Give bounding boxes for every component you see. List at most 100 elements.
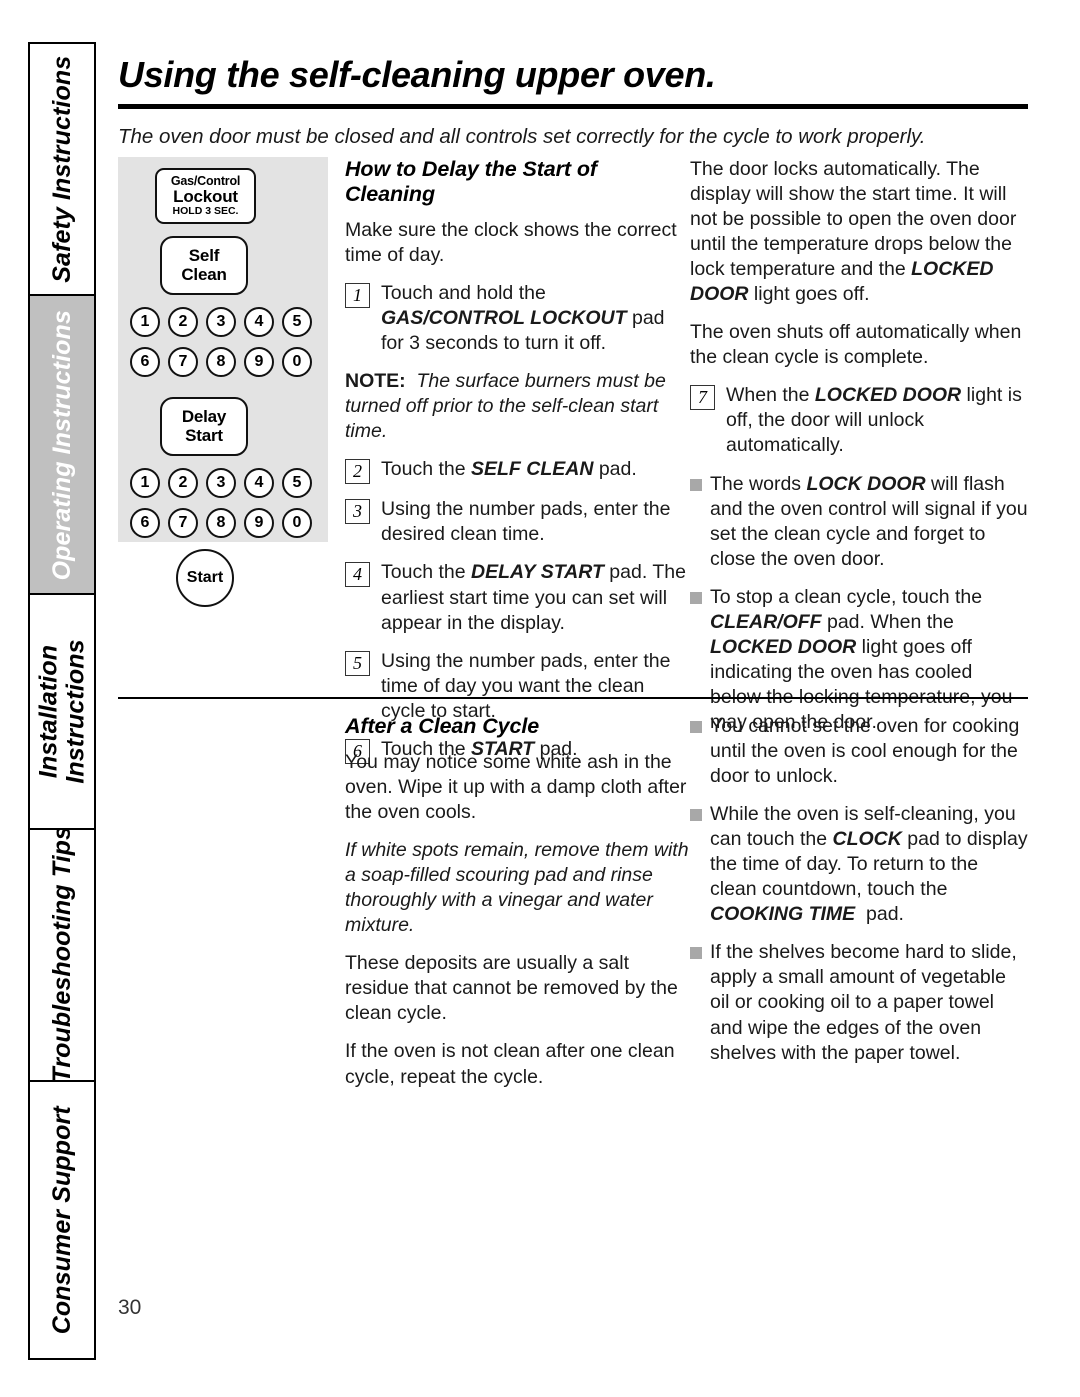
step-number-badge: 2 (345, 459, 370, 485)
after-clean-paragraph: These deposits are usually a salt residu… (345, 952, 678, 1025)
bullet-text: While the oven is self-cleaning, you can… (710, 803, 1028, 926)
number-pad-1[interactable]: 1 (130, 468, 160, 498)
bullet-square-icon (690, 591, 702, 604)
bullet-item: You cannot set the oven for cooking unti… (690, 714, 1028, 789)
step-number-badge: 5 (345, 650, 370, 676)
control-panel-column: Gas/Control Lockout HOLD 3 SEC. Self Cle… (118, 157, 345, 607)
step-number-badge: 7 (690, 385, 715, 411)
title-rule (118, 103, 1028, 109)
page-body: Using the self-cleaning upper oven. The … (118, 42, 1028, 1362)
number-pad-0[interactable]: 0 (282, 347, 312, 377)
page-intro-text: The oven door must be closed and all con… (118, 124, 926, 148)
number-pad-4[interactable]: 4 (244, 468, 274, 498)
sidebar-tab-troubleshooting-tips[interactable]: Troubleshooting Tips (30, 829, 94, 1082)
bullet-item: To stop a clean cycle, touch the CLEAR/O… (690, 585, 1028, 735)
instruction-step-1: 1 Touch and hold the GAS/CONTROL LOCKOUT … (345, 281, 690, 356)
after-clean-left-column: After a Clean Cycle You may notice some … (345, 714, 690, 1103)
number-pad-9[interactable]: 9 (244, 347, 274, 377)
number-pad-5[interactable]: 5 (282, 307, 312, 337)
start-pad[interactable]: Start (176, 549, 234, 607)
step-text: Touch and hold the GAS/CONTROL LOCKOUT p… (381, 282, 665, 355)
number-pad-6[interactable]: 6 (130, 347, 160, 377)
step-number-badge: 1 (345, 283, 370, 309)
bullet-square-icon (690, 809, 702, 822)
bullet-item: The words LOCK DOOR will flash and the o… (690, 472, 1028, 572)
delay-start-section: Gas/Control Lockout HOLD 3 SEC. Self Cle… (118, 157, 1028, 777)
bullet-text: You cannot set the oven for cooking unti… (710, 715, 1020, 788)
number-pad-5[interactable]: 5 (282, 468, 312, 498)
gas-control-lockout-pad[interactable]: Gas/Control Lockout HOLD 3 SEC. (155, 168, 256, 224)
self-clean-pad[interactable]: Self Clean (160, 236, 248, 295)
sidebar-tab-label: Consumer Support (47, 1105, 76, 1334)
bullet-text: The words LOCK DOOR will flash and the o… (710, 472, 1028, 570)
step-text: Touch the DELAY START pad. The earliest … (381, 561, 686, 634)
sidebar-tab-safety-instructions[interactable]: Safety Instructions (30, 44, 94, 297)
step-7-holder: 7 When the LOCKED DOOR light is off, the … (690, 383, 1028, 458)
bullet-text: If the shelves become hard to slide, app… (710, 941, 1017, 1064)
sidebar-tab-label: Installation Instructions (34, 639, 90, 784)
sidebar-tab-label: Troubleshooting Tips (47, 829, 76, 1082)
lockout-pad-line2: Lockout (173, 187, 238, 207)
after-clean-bullet-list: You cannot set the oven for cooking unti… (690, 714, 1028, 1066)
number-pad-6[interactable]: 6 (130, 508, 160, 538)
number-pad-3[interactable]: 3 (206, 468, 236, 498)
number-pad-7[interactable]: 7 (168, 347, 198, 377)
number-pad-8[interactable]: 8 (206, 347, 236, 377)
page-number: 30 (118, 1296, 142, 1319)
number-pad-row-4: 67890 (130, 508, 312, 538)
bullet-item: While the oven is self-cleaning, you can… (690, 802, 1028, 927)
number-pad-7[interactable]: 7 (168, 508, 198, 538)
sidebar-tab-operating-instructions[interactable]: Operating Instructions (30, 296, 94, 596)
delay-notes-column: The door locks automatically. The displa… (690, 157, 1028, 748)
self-clean-pad-line2: Clean (181, 264, 227, 284)
sidebar-tab-consumer-support[interactable]: Consumer Support (30, 1081, 94, 1358)
section-divider-rule (118, 697, 1028, 699)
delay-start-pad-line2: Start (185, 425, 223, 445)
lockout-pad-line1: Gas/Control (170, 173, 241, 188)
after-clean-paragraph: If white spots remain, remove them with … (345, 839, 689, 937)
page-title: Using the self-cleaning upper oven. (118, 54, 716, 95)
step-number-badge: 4 (345, 562, 370, 588)
number-pad-2[interactable]: 2 (168, 307, 198, 337)
number-pad-4[interactable]: 4 (244, 307, 274, 337)
bullet-square-icon (690, 721, 702, 733)
after-clean-paragraph: You may notice some white ash in the ove… (345, 751, 687, 824)
number-pad-8[interactable]: 8 (206, 508, 236, 538)
number-pad-row-1: 12345 (130, 307, 312, 337)
oven-control-panel-diagram: Gas/Control Lockout HOLD 3 SEC. Self Cle… (118, 157, 328, 607)
delay-section-intro: Make sure the clock shows the correct ti… (345, 219, 677, 267)
bullet-item: If the shelves become hard to slide, app… (690, 940, 1028, 1065)
door-lock-paragraph: The door locks automatically. The displa… (690, 158, 1017, 306)
surface-burner-note: NOTE: The surface burners must be turned… (345, 370, 666, 443)
sidebar-tab-label: Operating Instructions (47, 309, 76, 580)
number-pad-0[interactable]: 0 (282, 508, 312, 538)
after-section-heading: After a Clean Cycle (345, 714, 540, 738)
number-pad-row-3: 12345 (130, 468, 312, 498)
number-pad-row-2: 67890 (130, 347, 312, 377)
sidebar-tab-label: Safety Instructions (47, 55, 76, 283)
after-clean-cycle-section: After a Clean Cycle You may notice some … (118, 714, 1028, 1103)
bullet-square-icon (690, 478, 702, 491)
step-text: Using the number pads, enter the time of… (381, 649, 671, 722)
number-pad-2[interactable]: 2 (168, 468, 198, 498)
step-text: When the LOCKED DOOR light is off, the d… (726, 384, 1022, 457)
auto-shutoff-paragraph: The oven shuts off automatically when th… (690, 321, 1022, 369)
step-number-badge: 3 (345, 499, 370, 525)
number-pad-3[interactable]: 3 (206, 307, 236, 337)
step-text: Using the number pads, enter the desired… (381, 498, 671, 546)
lockout-pad-line3: HOLD 3 SEC. (172, 205, 239, 218)
delay-section-heading: How to Delay the Start of Cleaning (345, 157, 597, 206)
step-text: Touch the SELF CLEAN pad. (381, 458, 637, 481)
after-clean-paragraph-list: You may notice some white ash in the ove… (345, 750, 690, 1090)
delay-right-bullet-list: The words LOCK DOOR will flash and the o… (690, 472, 1028, 735)
delay-step-list: 1 Touch and hold the GAS/CONTROL LOCKOUT … (345, 281, 690, 764)
bullet-square-icon (690, 947, 702, 960)
after-clean-paragraph: If the oven is not clean after one clean… (345, 1040, 675, 1088)
number-pad-1[interactable]: 1 (130, 307, 160, 337)
self-clean-pad-line1: Self (188, 246, 220, 266)
number-pad-9[interactable]: 9 (244, 508, 274, 538)
sidebar-tab-rail: Safety Instructions Operating Instruction… (28, 42, 96, 1360)
sidebar-tab-installation-instructions[interactable]: Installation Instructions (30, 595, 94, 830)
delay-start-pad[interactable]: Delay Start (160, 397, 248, 456)
instruction-step-4: 4 Touch the DELAY START pad. The earliest… (345, 560, 690, 635)
